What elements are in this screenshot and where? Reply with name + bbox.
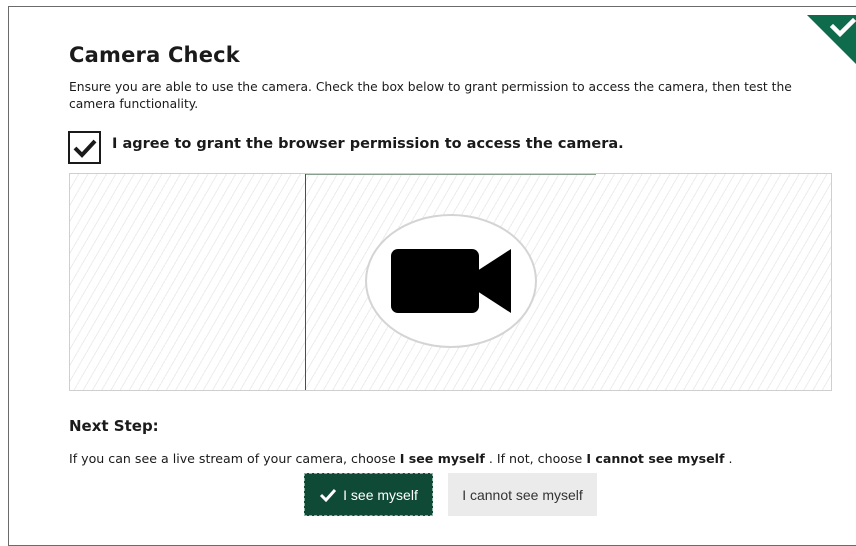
instruction-option-no: I cannot see myself [586,451,725,466]
see-myself-button[interactable]: I see myself [304,473,433,516]
cannot-see-myself-button[interactable]: I cannot see myself [448,473,597,516]
next-step-heading: Next Step: [69,417,159,435]
camera-icon-circle [365,214,537,348]
instruction-text-part1: If you can see a live stream of your cam… [69,451,396,466]
video-top-edge [306,174,596,175]
camera-check-panel: Camera Check Ensure you are able to use … [8,6,856,546]
camera-permission-label[interactable]: I agree to grant the browser permission … [112,136,624,152]
page-description: Ensure you are able to use the camera. C… [69,80,792,111]
instruction-text-part3: . [728,451,733,466]
camera-preview-area [69,173,832,391]
see-myself-label: I see myself [343,486,418,503]
camera-permission-checkbox[interactable] [68,131,101,164]
checkbox-check-icon [73,139,96,158]
video-camera-icon [391,249,511,313]
instruction-option-yes: I see myself [399,451,485,466]
completed-badge [807,15,856,64]
page-title: Camera Check [69,43,240,67]
next-step-instructions: If you can see a live stream of your cam… [69,451,732,466]
video-divider [305,174,306,390]
check-icon [320,488,337,502]
cannot-see-myself-label: I cannot see myself [462,486,583,503]
instruction-text-part2: . If not, choose [488,451,583,466]
